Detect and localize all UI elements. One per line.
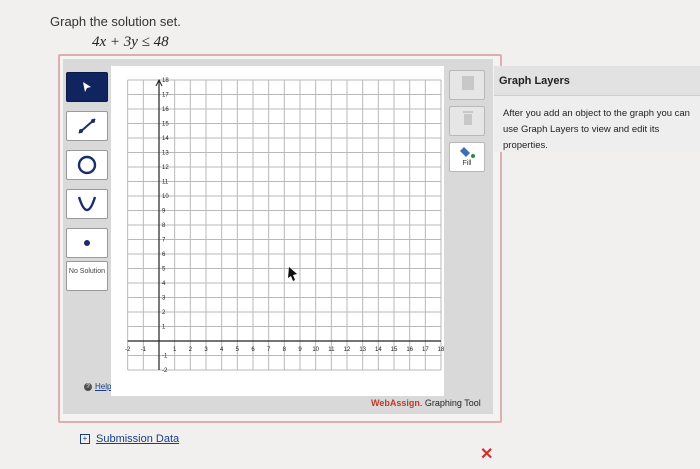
y-tick-label: 12 bbox=[162, 165, 169, 171]
left-toolbar: No Solution bbox=[66, 66, 110, 396]
expand-icon: + bbox=[80, 434, 90, 444]
y-tick-label: 4 bbox=[162, 281, 166, 287]
right-toolbar: Fill bbox=[449, 66, 487, 396]
x-tick-label: 2 bbox=[189, 347, 193, 353]
x-tick-label: 4 bbox=[220, 347, 224, 353]
parabola-icon bbox=[77, 196, 97, 212]
webassign-brand: WebAssign. Graphing Tool bbox=[371, 398, 481, 408]
y-tick-label: 14 bbox=[162, 136, 169, 142]
y-tick-label: 3 bbox=[162, 296, 166, 302]
y-tick-label: 2 bbox=[162, 310, 166, 316]
graph-layers-help-text: After you add an object to the graph you… bbox=[503, 108, 690, 151]
y-tick-label: 6 bbox=[162, 252, 166, 258]
x-tick-label: 16 bbox=[406, 347, 413, 353]
graph-layers-title[interactable]: Graph Layers bbox=[494, 66, 700, 96]
incorrect-mark-icon: ✕ bbox=[480, 446, 494, 463]
x-tick-label: 6 bbox=[251, 347, 255, 353]
y-tick-label: 9 bbox=[162, 209, 166, 215]
x-tick-label: 12 bbox=[344, 347, 351, 353]
x-tick-label: 15 bbox=[391, 347, 398, 353]
y-tick-label: 17 bbox=[162, 93, 169, 99]
y-tick-label: -2 bbox=[162, 368, 168, 374]
point-icon bbox=[84, 240, 90, 246]
y-tick-label: 8 bbox=[162, 223, 166, 229]
submission-data-label: Submission Data bbox=[96, 433, 180, 445]
brand-suffix: . Graphing Tool bbox=[419, 398, 481, 408]
parabola-tool-button[interactable] bbox=[66, 189, 108, 219]
pointer-icon bbox=[83, 82, 91, 92]
y-tick-label: 11 bbox=[162, 180, 169, 186]
x-tick-label: 3 bbox=[204, 347, 208, 353]
y-tick-label: 5 bbox=[162, 267, 166, 273]
y-tick-label: -1 bbox=[162, 354, 168, 360]
trash-icon bbox=[463, 111, 473, 125]
graph-canvas[interactable]: -2 -1 1 2 3 4 5 6 7 8 9 10 11 12 13 14 15 16 17 18 18 17 16 15 1… bbox=[111, 66, 445, 396]
mouse-cursor-icon bbox=[288, 267, 297, 281]
x-tick-label: -2 bbox=[125, 347, 131, 353]
x-tick-label: 17 bbox=[422, 347, 429, 353]
y-tick-label: 10 bbox=[162, 194, 169, 200]
x-tick-label: 7 bbox=[267, 347, 271, 353]
x-tick-label: 9 bbox=[298, 347, 302, 353]
y-tick-label: 13 bbox=[162, 151, 169, 157]
y-tick-label: 18 bbox=[162, 78, 169, 84]
line-icon bbox=[78, 118, 96, 134]
y-tick-label: 16 bbox=[162, 107, 169, 113]
delete-button[interactable] bbox=[449, 106, 485, 136]
help-label: Help bbox=[95, 382, 112, 391]
x-tick-label: 18 bbox=[438, 347, 444, 353]
line-tool-button[interactable] bbox=[66, 111, 108, 141]
circle-tool-button[interactable] bbox=[66, 150, 108, 180]
undo-button[interactable] bbox=[449, 70, 485, 100]
coordinate-grid[interactable]: -2 -1 1 2 3 4 5 6 7 8 9 10 11 12 13 14 15 16 17 18181716151… bbox=[111, 66, 445, 396]
brand-name: WebAssign bbox=[371, 398, 420, 408]
undo-icon bbox=[462, 76, 474, 90]
point-tool-button[interactable] bbox=[66, 228, 108, 258]
x-tick-label: 13 bbox=[359, 347, 366, 353]
help-link[interactable]: ? Help bbox=[84, 382, 111, 391]
circle-icon bbox=[77, 155, 97, 175]
y-tick-label: 15 bbox=[162, 122, 169, 128]
x-tick-label: 11 bbox=[328, 347, 335, 353]
no-solution-button[interactable]: No Solution bbox=[66, 261, 108, 291]
x-tick-label: 5 bbox=[236, 347, 240, 353]
x-tick-label: -1 bbox=[141, 347, 147, 353]
y-tick-label: 1 bbox=[162, 325, 166, 331]
help-icon: ? bbox=[84, 382, 92, 391]
x-tick-label: 14 bbox=[375, 347, 382, 353]
pointer-tool-button[interactable] bbox=[66, 72, 108, 102]
y-tick-label: 7 bbox=[162, 238, 166, 244]
x-tick-label: 8 bbox=[283, 347, 287, 353]
question-prompt: Graph the solution set. bbox=[50, 14, 181, 29]
inequality: 4x + 3y ≤ 48 bbox=[92, 34, 169, 50]
submission-data-toggle[interactable]: + Submission Data bbox=[80, 433, 179, 445]
fill-button[interactable]: Fill bbox=[449, 142, 485, 172]
x-tick-label: 1 bbox=[173, 347, 177, 353]
x-tick-label: 10 bbox=[312, 347, 319, 353]
fill-label: Fill bbox=[462, 160, 472, 167]
fill-bucket-icon bbox=[460, 147, 475, 158]
